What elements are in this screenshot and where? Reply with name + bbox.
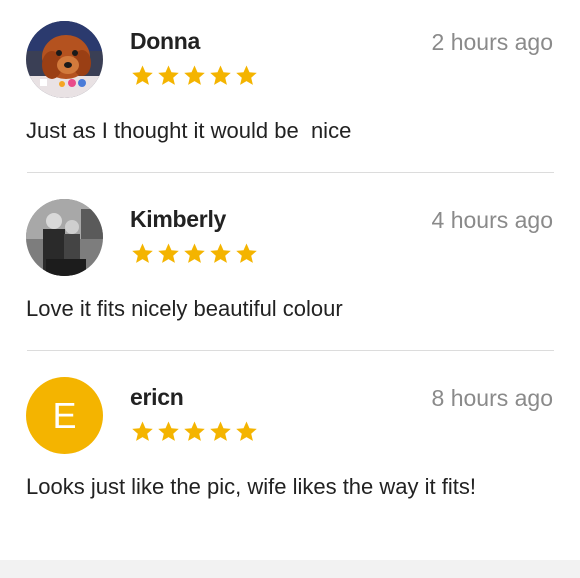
footer-strip: [0, 560, 580, 578]
star-rating: [131, 420, 258, 443]
review-timestamp: 8 hours ago: [431, 385, 553, 411]
reviews-list: Donna 2 hours ago Just as I thought it w…: [0, 0, 580, 578]
star-icon: [210, 421, 231, 441]
star-icon: [184, 421, 205, 441]
review-text: Looks just like the pic, wife likes the …: [26, 474, 476, 499]
star-icon: [158, 421, 179, 441]
reviewer-name: ericn: [130, 384, 184, 410]
star-icon: [132, 421, 153, 441]
star-icon: [236, 421, 257, 441]
avatar-letter: E: [52, 394, 77, 436]
review-item: E ericn 8 hours ago Looks just like the …: [0, 0, 580, 560]
avatar[interactable]: E: [26, 377, 103, 454]
